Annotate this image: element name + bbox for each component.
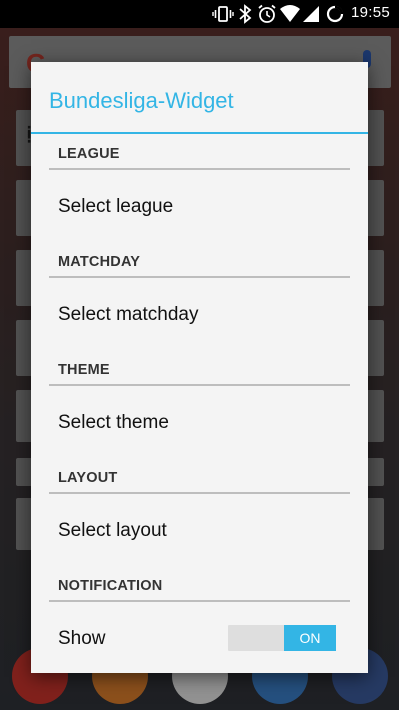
toggle-on-thumb: ON <box>284 625 336 651</box>
section-header-notification: NOTIFICATION <box>58 578 163 594</box>
pref-select-layout[interactable]: Select layout <box>31 500 368 564</box>
pref-label: Select layout <box>58 520 167 541</box>
section-header-league: LEAGUE <box>58 146 120 162</box>
preferences-dialog: Bundesliga-Widget LEAGUE Select league M… <box>31 62 368 673</box>
dialog-title: Bundesliga-Widget <box>49 88 234 113</box>
section-header-matchday: MATCHDAY <box>58 254 141 270</box>
pref-select-matchday[interactable]: Select matchday <box>31 284 368 348</box>
notification-toggle[interactable]: ON <box>228 625 336 651</box>
section-divider <box>49 600 350 602</box>
section-divider <box>49 492 350 494</box>
pref-label: Select theme <box>58 412 169 433</box>
pref-select-theme[interactable]: Select theme <box>31 392 368 456</box>
battery-charging-icon <box>326 5 344 23</box>
cell-signal-icon <box>303 6 319 22</box>
vibrate-icon <box>212 6 234 22</box>
section-divider <box>49 276 350 278</box>
pref-label: Select matchday <box>58 304 199 325</box>
section-divider <box>49 384 350 386</box>
clock: 19:55 <box>350 4 390 21</box>
pref-label: Show <box>58 628 106 649</box>
wifi-icon <box>280 5 300 22</box>
title-divider <box>31 132 368 134</box>
section-header-layout: LAYOUT <box>58 470 118 486</box>
alarm-icon <box>258 4 276 23</box>
pref-select-league[interactable]: Select league <box>31 176 368 240</box>
pref-label: Select league <box>58 196 174 217</box>
status-bar: 19:55 <box>0 0 399 28</box>
section-divider <box>49 168 350 170</box>
bluetooth-icon <box>239 4 252 24</box>
section-header-theme: THEME <box>58 362 110 378</box>
